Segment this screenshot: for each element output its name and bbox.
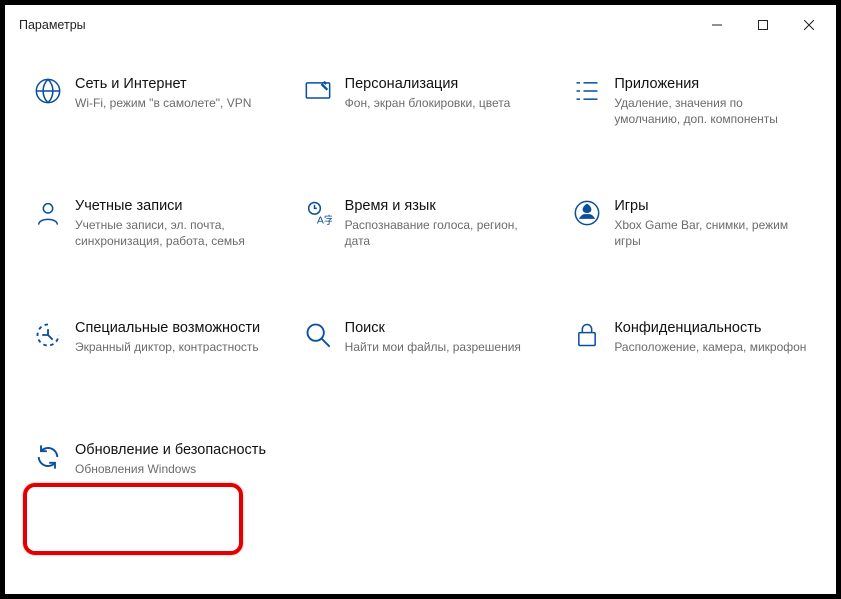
apps-icon: [566, 75, 608, 105]
settings-window: Параметры: [0, 0, 841, 599]
tile-desc: Обновления Windows: [75, 462, 271, 478]
gaming-icon: [566, 197, 608, 227]
maximize-button[interactable]: [740, 9, 786, 41]
tile-privacy[interactable]: Конфиденциальность Расположение, камера,…: [558, 313, 828, 379]
settings-grid: Сеть и Интернет Wi-Fi, режим "в самолете…: [19, 69, 828, 501]
tile-label: Персонализация: [345, 75, 541, 93]
tile-update-security[interactable]: Обновление и безопасность Обновления Win…: [19, 435, 289, 501]
tile-label: Игры: [614, 197, 810, 215]
tile-accounts[interactable]: Учетные записи Учетные записи, эл. почта…: [19, 191, 289, 257]
tile-search[interactable]: Поиск Найти мои файлы, разрешения: [289, 313, 559, 379]
tile-network[interactable]: Сеть и Интернет Wi-Fi, режим "в самолете…: [19, 69, 289, 135]
tile-desc: Расположение, камера, микрофон: [614, 340, 810, 356]
personalization-icon: [297, 75, 339, 105]
tile-apps[interactable]: Приложения Удаление, значения по умолчан…: [558, 69, 828, 135]
svg-text:A字: A字: [316, 214, 331, 227]
tile-label: Приложения: [614, 75, 810, 93]
accounts-icon: [27, 197, 69, 227]
tile-desc: Фон, экран блокировки, цвета: [345, 96, 541, 112]
tile-desc: Найти мои файлы, разрешения: [345, 340, 541, 356]
tile-label: Время и язык: [345, 197, 541, 215]
tile-gaming[interactable]: Игры Xbox Game Bar, снимки, режим игры: [558, 191, 828, 257]
tile-label: Конфиденциальность: [614, 319, 810, 337]
tile-desc: Wi-Fi, режим "в самолете", VPN: [75, 96, 271, 112]
search-icon: [297, 319, 339, 349]
window-title: Параметры: [19, 18, 86, 32]
settings-content: Сеть и Интернет Wi-Fi, режим "в самолете…: [9, 41, 832, 511]
tile-ease-of-access[interactable]: Специальные возможности Экранный диктор,…: [19, 313, 289, 379]
titlebar: Параметры: [9, 9, 832, 41]
tile-label: Поиск: [345, 319, 541, 337]
tile-desc: Учетные записи, эл. почта, синхронизация…: [75, 218, 271, 249]
tile-desc: Удаление, значения по умолчанию, доп. ко…: [614, 96, 810, 127]
tile-desc: Xbox Game Bar, снимки, режим игры: [614, 218, 810, 249]
tile-label: Специальные возможности: [75, 319, 271, 337]
tile-desc: Экранный диктор, контрастность: [75, 340, 271, 356]
window-controls: [694, 9, 832, 41]
update-icon: [27, 441, 69, 471]
tile-label: Учетные записи: [75, 197, 271, 215]
tile-label: Обновление и безопасность: [75, 441, 271, 459]
tile-personalization[interactable]: Персонализация Фон, экран блокировки, цв…: [289, 69, 559, 135]
close-button[interactable]: [786, 9, 832, 41]
time-language-icon: A字: [297, 197, 339, 227]
ease-of-access-icon: [27, 319, 69, 349]
tile-label: Сеть и Интернет: [75, 75, 271, 93]
tile-time-language[interactable]: A字 Время и язык Распознавание голоса, ре…: [289, 191, 559, 257]
privacy-icon: [566, 319, 608, 349]
tile-desc: Распознавание голоса, регион, дата: [345, 218, 541, 249]
globe-icon: [27, 75, 69, 105]
minimize-button[interactable]: [694, 9, 740, 41]
